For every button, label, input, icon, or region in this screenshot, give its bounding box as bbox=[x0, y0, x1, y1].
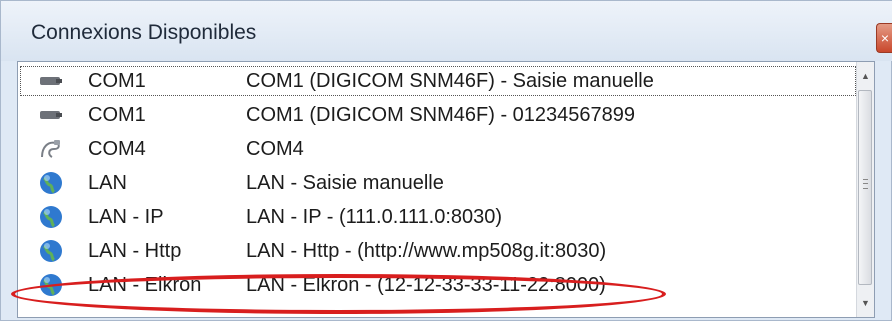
connection-description: COM1 (DIGICOM SNM46F) - 01234567899 bbox=[246, 104, 636, 126]
connection-name: COM1 bbox=[88, 104, 146, 126]
connection-name: LAN bbox=[88, 172, 127, 194]
scroll-thumb[interactable] bbox=[858, 90, 872, 285]
connection-description: COM1 (DIGICOM SNM46F) - Saisie manuelle bbox=[246, 70, 654, 92]
connection-description: LAN - Http - (http://www.mp508g.it:8030) bbox=[246, 240, 607, 262]
connection-description: LAN - IP - (111.0.111.0:8030) bbox=[246, 206, 503, 228]
globe-icon bbox=[38, 273, 64, 297]
connection-name: LAN - Elkron bbox=[88, 274, 202, 296]
grip-icon bbox=[863, 179, 868, 189]
window-title: Connexions Disponibles bbox=[31, 21, 257, 44]
connection-description: COM4 bbox=[246, 138, 304, 160]
connection-name: COM1 bbox=[88, 70, 146, 92]
vertical-scrollbar[interactable]: ▲ ▼ bbox=[856, 62, 874, 317]
list-item[interactable]: LAN LAN - Saisie manuelle bbox=[18, 166, 858, 200]
connection-description: LAN - Saisie manuelle bbox=[246, 172, 444, 194]
scroll-up-arrow-icon[interactable]: ▲ bbox=[857, 66, 874, 86]
list-item[interactable]: LAN - Elkron LAN - Elkron - (12-12-33-33… bbox=[18, 268, 858, 302]
title-bar: Connexions Disponibles × bbox=[1, 1, 892, 61]
serial-port-icon bbox=[38, 103, 64, 127]
connection-name: COM4 bbox=[88, 138, 146, 160]
serial-port-icon bbox=[38, 69, 64, 93]
close-button[interactable]: × bbox=[876, 23, 892, 53]
globe-icon bbox=[38, 205, 64, 229]
connection-name: LAN - IP bbox=[88, 206, 164, 228]
list-item[interactable]: COM4 COM4 bbox=[18, 132, 858, 166]
list-item[interactable]: LAN - IP LAN - IP - (111.0.111.0:8030) bbox=[18, 200, 858, 234]
modem-cable-icon bbox=[38, 137, 64, 161]
connection-name: LAN - Http bbox=[88, 240, 182, 262]
list-item[interactable]: COM1 COM1 (DIGICOM SNM46F) - Saisie manu… bbox=[18, 64, 858, 98]
list-item[interactable]: COM1 COM1 (DIGICOM SNM46F) - 01234567899 bbox=[18, 98, 858, 132]
globe-icon bbox=[38, 171, 64, 195]
connections-window: Connexions Disponibles × COM1 COM1 (DIGI… bbox=[0, 0, 892, 321]
list-item[interactable]: LAN - Http LAN - Http - (http://www.mp50… bbox=[18, 234, 858, 268]
connections-rows: COM1 COM1 (DIGICOM SNM46F) - Saisie manu… bbox=[18, 62, 858, 317]
scroll-down-arrow-icon[interactable]: ▼ bbox=[857, 293, 874, 313]
globe-icon bbox=[38, 239, 64, 263]
connections-list[interactable]: COM1 COM1 (DIGICOM SNM46F) - Saisie manu… bbox=[17, 61, 875, 318]
connection-description: LAN - Elkron - (12-12-33-33-11-22:8000) bbox=[246, 274, 606, 296]
